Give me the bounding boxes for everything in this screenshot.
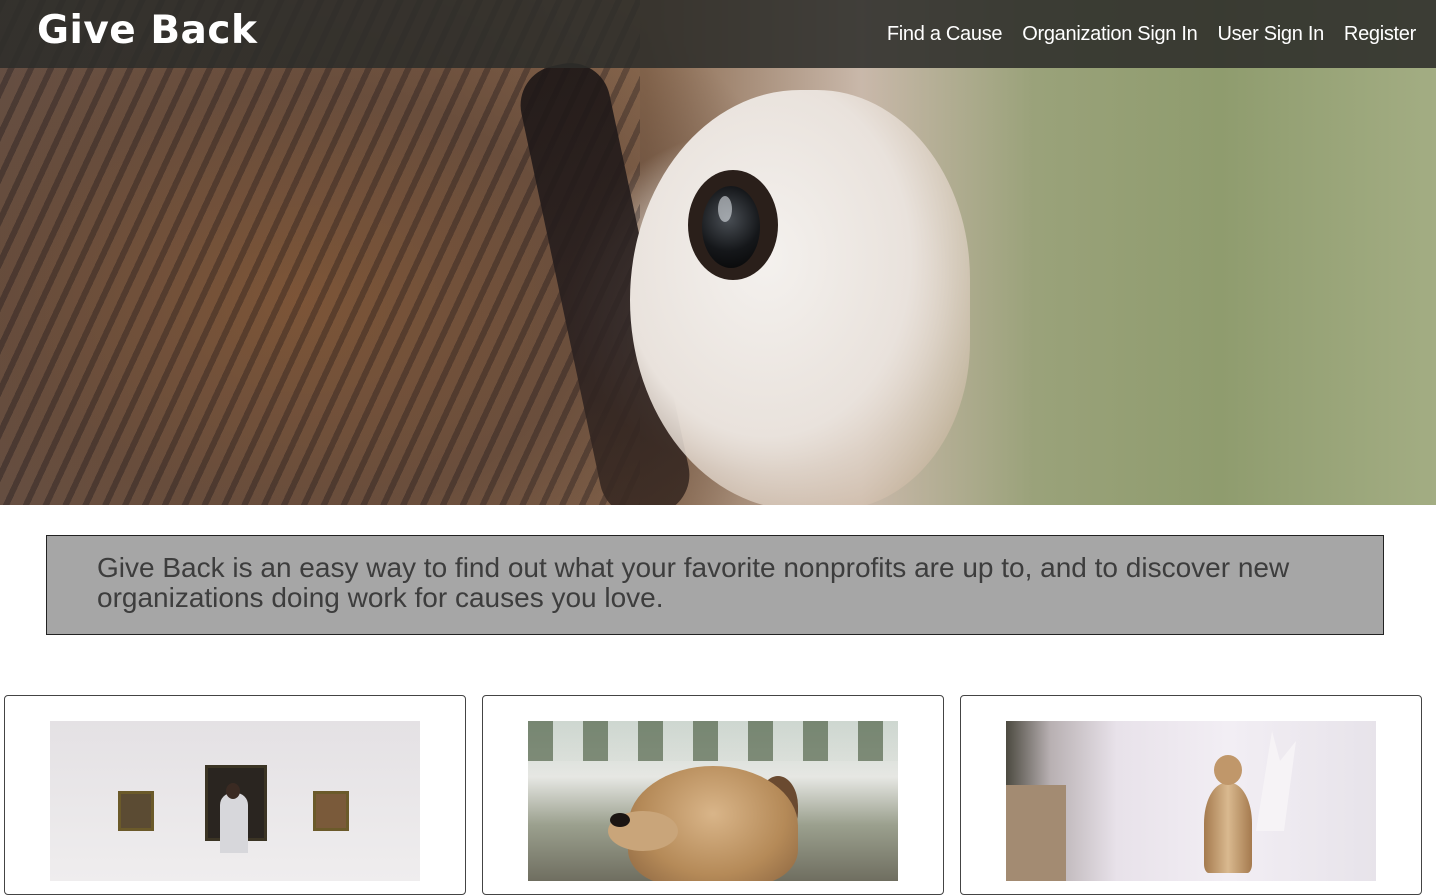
sculpture-abstract (1256, 731, 1296, 831)
top-navbar: Give Back Find a Cause Organization Sign… (0, 0, 1436, 68)
nav-links: Find a Cause Organization Sign In User S… (887, 0, 1416, 68)
cause-card[interactable] (960, 695, 1422, 895)
sculpture-figure-head (1214, 755, 1242, 785)
painting-small-right (313, 791, 349, 831)
visitor-head (226, 783, 240, 799)
card-image-sculptures[interactable] (1006, 721, 1376, 881)
owl-eye (702, 186, 760, 268)
nav-organization-sign-in[interactable]: Organization Sign In (1022, 23, 1198, 46)
nav-find-a-cause[interactable]: Find a Cause (887, 23, 1003, 46)
card-image-gallery[interactable] (50, 721, 420, 881)
intro-text: Give Back is an easy way to find out wha… (97, 552, 1290, 613)
intro-box: Give Back is an easy way to find out wha… (46, 535, 1384, 635)
sculpture-figure-body (1204, 783, 1252, 873)
cause-card[interactable] (4, 695, 466, 895)
sculpture-pedestal (1006, 785, 1066, 881)
hero-owl-image (0, 0, 1436, 505)
card-image-dog[interactable] (528, 721, 898, 881)
nav-register[interactable]: Register (1344, 23, 1416, 46)
owl-eye-glint (718, 196, 732, 222)
visitor-figure (220, 793, 248, 853)
painting-small-left (118, 791, 154, 831)
brand-logo[interactable]: Give Back (37, 8, 257, 53)
background-trees (528, 721, 898, 761)
nav-user-sign-in[interactable]: User Sign In (1217, 23, 1324, 46)
owl-face (630, 90, 970, 505)
cause-card[interactable] (482, 695, 944, 895)
